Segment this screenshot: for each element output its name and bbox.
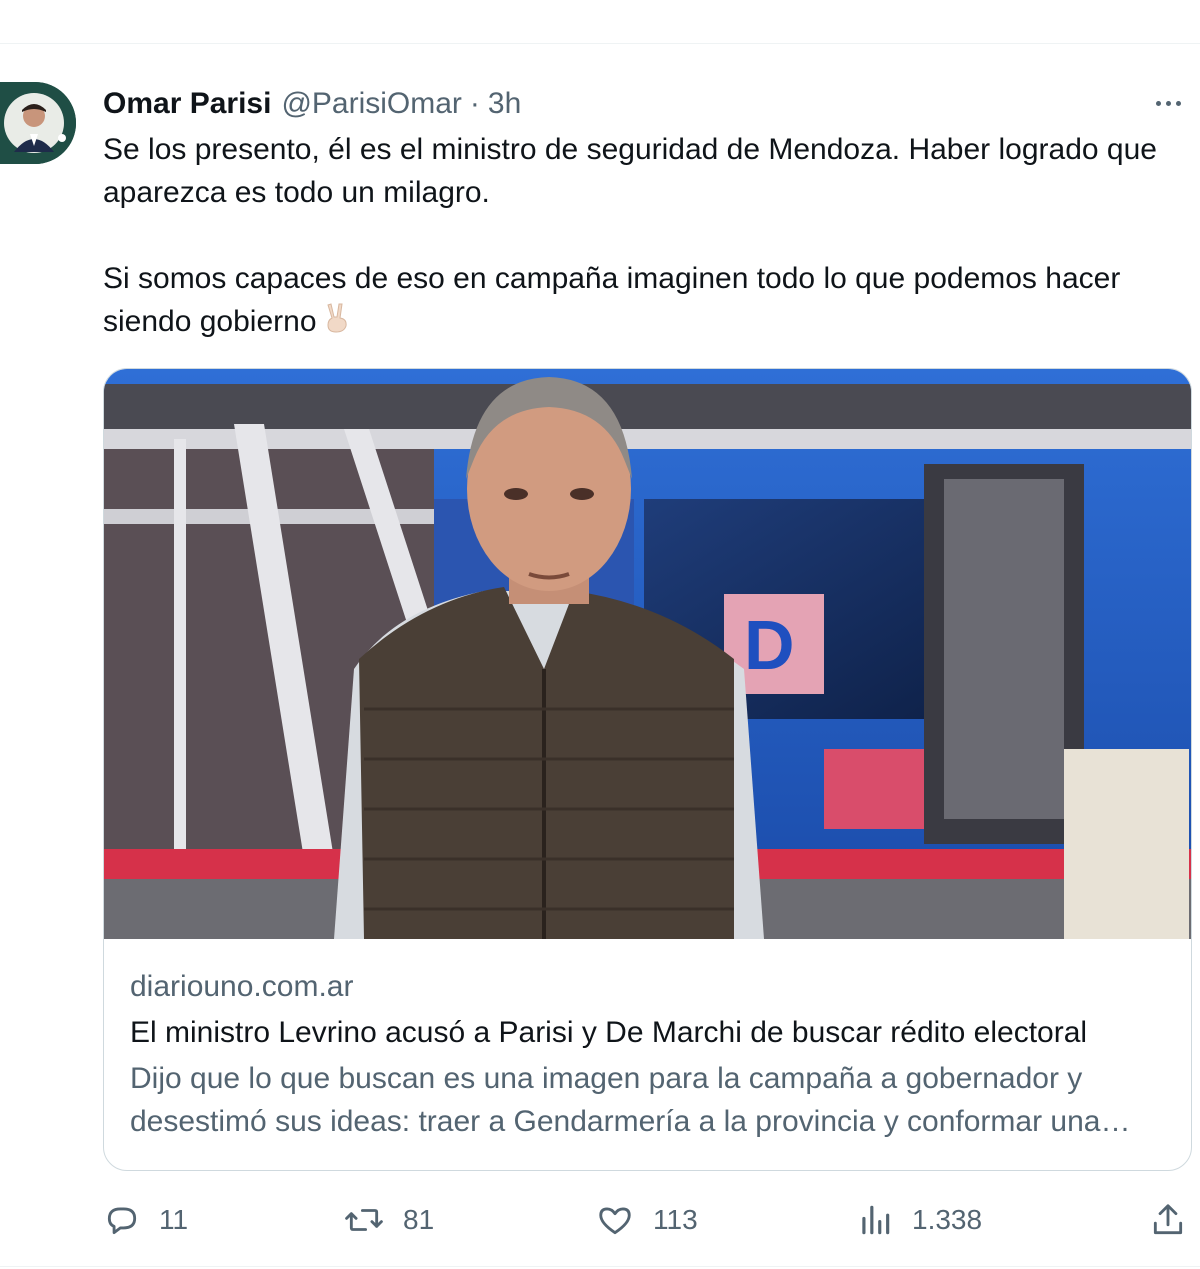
repost-count: 81 xyxy=(403,1204,435,1235)
reply-button[interactable]: 11 xyxy=(103,1196,188,1244)
svg-text:D: D xyxy=(744,606,795,684)
card-description: Dijo que lo que buscan es una imagen par… xyxy=(130,1062,1101,1138)
tweet-actions: 11 81 113 1.338 xyxy=(103,1196,1193,1244)
bottom-divider xyxy=(0,1266,1200,1267)
tweet-paragraph-2: Si somos capaces de eso en campaña imagi… xyxy=(103,257,1188,345)
header-separator: · xyxy=(469,87,480,120)
author-name[interactable]: Omar Parisi xyxy=(103,87,271,121)
tweet-paragraph-1: Se los presento, él es el ministro de se… xyxy=(103,133,1157,209)
tweet-timestamp[interactable]: 3h xyxy=(488,87,521,121)
reply-count: 11 xyxy=(159,1204,189,1235)
views-button[interactable]: 1.338 xyxy=(856,1196,982,1244)
avatar[interactable] xyxy=(0,82,76,164)
views-icon xyxy=(862,1205,890,1235)
author-handle[interactable]: @ParisiOmar xyxy=(281,87,461,121)
more-icon[interactable] xyxy=(1148,86,1188,120)
share-icon xyxy=(1153,1204,1183,1235)
card-image: D xyxy=(104,369,1191,939)
heart-icon xyxy=(599,1207,631,1235)
top-divider xyxy=(0,43,1200,44)
card-meta: diariouno.com.ar El ministro Levrino acu… xyxy=(130,965,1165,1143)
victory-hand-emoji-icon xyxy=(323,301,351,345)
share-button[interactable] xyxy=(1149,1196,1187,1244)
tweet-text: Se los presento, él es el ministro de se… xyxy=(103,128,1188,345)
like-button[interactable]: 113 xyxy=(595,1196,698,1244)
tweet-header: Omar Parisi @ParisiOmar · 3h xyxy=(103,84,521,124)
like-count: 113 xyxy=(653,1204,698,1235)
views-count: 1.338 xyxy=(912,1204,983,1235)
reply-icon xyxy=(107,1207,137,1235)
link-card[interactable]: D diariouno.com.ar El ministro Levrino a… xyxy=(103,368,1192,1171)
card-title[interactable]: El ministro Levrino acusó a Parisi y De … xyxy=(130,1011,1165,1055)
tweet-paragraph-2-text: Si somos capaces de eso en campaña imagi… xyxy=(103,262,1121,338)
card-domain: diariouno.com.ar xyxy=(130,970,354,1003)
repost-icon xyxy=(345,1209,383,1231)
repost-button[interactable]: 81 xyxy=(343,1196,434,1244)
